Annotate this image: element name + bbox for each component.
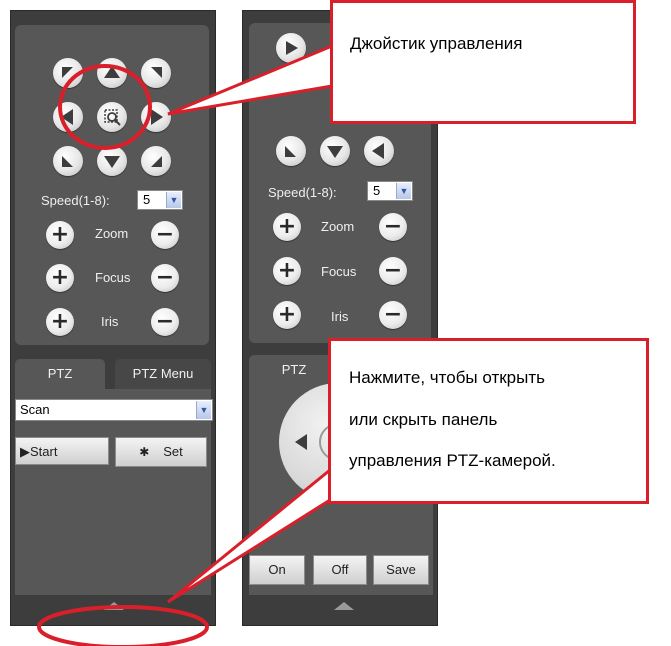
arrow-down-icon — [104, 156, 120, 168]
right-iris-label: Iris — [331, 309, 349, 324]
right-speed-label: Speed(1-8): — [268, 185, 337, 200]
arrow-up-left-icon — [62, 67, 73, 78]
left-up-left-button[interactable] — [53, 58, 83, 88]
right-iris-close-button[interactable]: − — [379, 301, 407, 329]
left-focus-in-button[interactable]: + — [46, 264, 74, 292]
right-focus-in-button[interactable]: + — [273, 257, 301, 285]
left-center-button[interactable] — [97, 102, 127, 132]
left-tab-ptz-menu[interactable]: PTZ Menu — [115, 359, 211, 389]
joystick-callout: Джойстик управления — [330, 0, 636, 124]
left-speed-value: 5 — [143, 192, 151, 207]
right-up-left-button[interactable] — [276, 33, 306, 63]
arrow-up-left-icon — [286, 41, 298, 55]
left-down-button[interactable] — [97, 146, 127, 176]
left-speed-select[interactable]: 5 ▼ — [137, 190, 183, 210]
left-speed-label: Speed(1-8): — [41, 193, 110, 208]
left-iris-label: Iris — [101, 314, 119, 329]
right-iris-open-button[interactable]: + — [273, 301, 301, 329]
left-zoom-out-button[interactable]: − — [151, 221, 179, 249]
arrow-down-left-icon — [285, 146, 296, 157]
left-set-label: Set — [163, 444, 183, 459]
right-down-right-button[interactable] — [364, 136, 394, 166]
left-up-right-button[interactable] — [141, 58, 171, 88]
left-scan-select[interactable]: Scan ▼ — [15, 399, 213, 421]
right-save-button[interactable]: Save — [373, 555, 429, 585]
arrow-down-right-icon — [151, 156, 162, 167]
zoom-area-icon — [104, 109, 121, 126]
left-right-button[interactable] — [141, 102, 171, 132]
right-zoom-out-button[interactable]: − — [379, 213, 407, 241]
toggle-callout-line2: или скрыть панель — [349, 410, 498, 429]
left-toggle-panel-button[interactable] — [103, 599, 125, 613]
left-iris-open-button[interactable]: + — [46, 308, 74, 336]
right-focus-out-button[interactable]: − — [379, 257, 407, 285]
toggle-callout-line3: управления PTZ-камерой. — [349, 451, 556, 470]
right-toggle-panel-button[interactable] — [333, 599, 355, 613]
arrow-down-left-icon — [62, 156, 73, 167]
right-focus-label: Focus — [321, 264, 357, 279]
arrow-up-icon — [104, 66, 120, 78]
right-speed-select[interactable]: 5 ▼ — [367, 181, 413, 201]
arrow-down-right-icon — [372, 143, 384, 159]
left-down-right-button[interactable] — [141, 146, 171, 176]
arrow-left-icon — [61, 109, 73, 125]
right-off-button[interactable]: Off — [313, 555, 367, 585]
right-zoom-in-button[interactable]: + — [273, 213, 301, 241]
left-ptz-panel: Speed(1-8): 5 ▼ + Zoom − + Focus − + Iri… — [10, 10, 216, 626]
right-zoom-label: Zoom — [321, 219, 355, 234]
right-down-button[interactable] — [320, 136, 350, 166]
right-down-left-button[interactable] — [276, 136, 306, 166]
left-down-left-button[interactable] — [53, 146, 83, 176]
triangle-up-icon — [104, 602, 124, 610]
toggle-callout: Нажмите, чтобы открыть или скрыть панель… — [328, 338, 649, 504]
chevron-down-icon: ▼ — [196, 401, 211, 419]
right-tab-ptz[interactable]: PTZ — [249, 355, 339, 385]
left-left-button[interactable] — [53, 102, 83, 132]
left-set-button[interactable]: ✱ Set — [115, 437, 207, 467]
left-start-button[interactable]: ▶Start — [15, 437, 109, 465]
right-on-button[interactable]: On — [249, 555, 305, 585]
arrow-right-icon — [151, 109, 163, 125]
gear-icon: ✱ — [139, 445, 150, 459]
left-focus-label: Focus — [95, 270, 131, 285]
left-up-button[interactable] — [97, 58, 127, 88]
chevron-down-icon: ▼ — [396, 183, 411, 199]
joystick-callout-text: Джойстик управления — [350, 34, 523, 53]
left-zoom-in-button[interactable]: + — [46, 221, 74, 249]
left-iris-close-button[interactable]: − — [151, 308, 179, 336]
left-zoom-label: Zoom — [95, 226, 129, 241]
chevron-down-icon: ▼ — [166, 192, 181, 208]
toggle-callout-line1: Нажмите, чтобы открыть — [349, 368, 545, 387]
left-scan-value: Scan — [20, 402, 50, 417]
left-tab-ptz[interactable]: PTZ — [15, 359, 105, 389]
arrow-up-right-icon — [151, 67, 162, 78]
left-focus-out-button[interactable]: − — [151, 264, 179, 292]
triangle-up-icon — [334, 602, 354, 610]
right-speed-value: 5 — [373, 183, 381, 198]
arrow-down-icon — [327, 146, 343, 158]
